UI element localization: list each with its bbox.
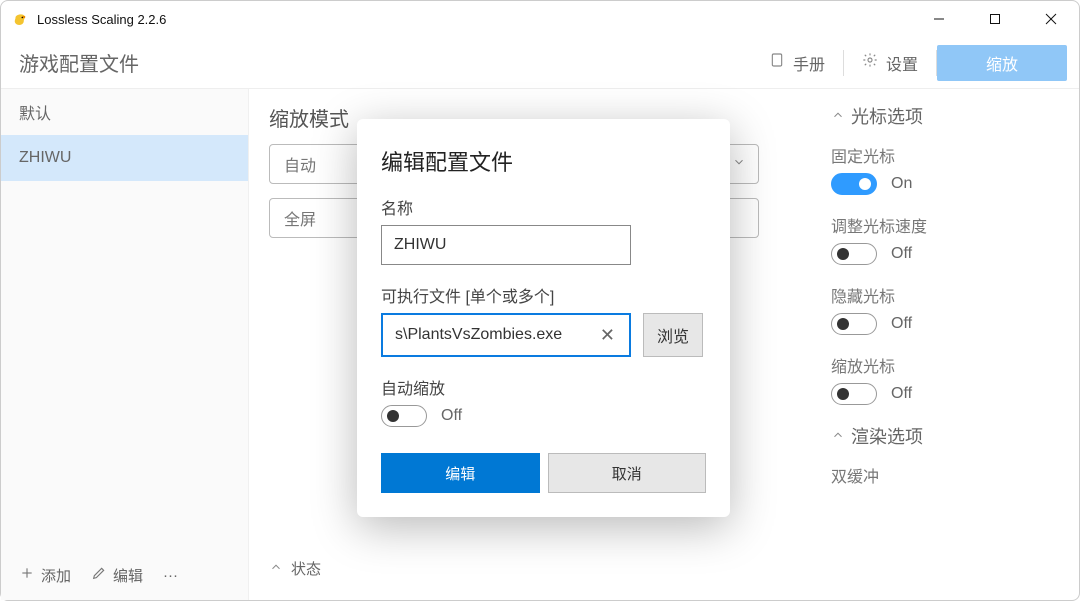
browse-button[interactable]: 浏览 [643, 313, 703, 357]
fullscreen-value: 全屏 [284, 206, 316, 230]
scale-button-label: 缩放 [986, 51, 1018, 75]
maximize-button[interactable] [967, 1, 1023, 37]
more-icon: ··· [163, 567, 178, 584]
more-profile-button[interactable]: ··· [163, 567, 178, 584]
chevron-up-icon [269, 560, 283, 578]
manual-label: 手册 [793, 51, 825, 75]
adjust-speed-toggle[interactable] [831, 243, 877, 265]
executable-input-value: s\PlantsVsZombies.exe [395, 326, 562, 344]
window-title: Lossless Scaling 2.2.6 [37, 12, 166, 27]
profile-label: ZHIWU [19, 149, 71, 167]
clear-executable-button[interactable]: ✕ [596, 325, 619, 346]
dialog-title: 编辑配置文件 [381, 145, 706, 177]
scale-cursor-state: Off [891, 385, 912, 403]
edit-profile-dialog: 编辑配置文件 名称 ZHIWU 可执行文件 [单个或多个] s\PlantsVs… [357, 119, 730, 517]
settings-label: 设置 [886, 51, 918, 75]
gear-icon [862, 52, 878, 73]
chevron-up-icon [831, 106, 845, 127]
settings-button[interactable]: 设置 [844, 45, 936, 81]
dialog-confirm-button[interactable]: 编辑 [381, 453, 540, 493]
name-input-value: ZHIWU [394, 236, 446, 254]
scale-cursor-toggle[interactable] [831, 383, 877, 405]
browse-label: 浏览 [657, 323, 689, 347]
profile-item-zhiwu[interactable]: ZHIWU [1, 135, 248, 181]
manual-button[interactable]: 手册 [751, 45, 843, 81]
name-field-label: 名称 [381, 195, 706, 219]
status-expander[interactable]: 状态 [269, 558, 789, 579]
dialog-cancel-button[interactable]: 取消 [548, 453, 707, 493]
hide-cursor-label: 隐藏光标 [831, 283, 1057, 307]
profile-label: 默认 [19, 100, 51, 124]
adjust-speed-label: 调整光标速度 [831, 213, 1057, 237]
scale-cursor-label: 缩放光标 [831, 353, 1057, 377]
render-options-title: 渲染选项 [851, 423, 923, 449]
cancel-label: 取消 [612, 463, 642, 484]
name-input[interactable]: ZHIWU [381, 225, 631, 265]
app-logo [11, 10, 29, 28]
chevron-up-icon [831, 426, 845, 447]
hide-cursor-state: Off [891, 315, 912, 333]
edit-profile-label: 编辑 [113, 565, 143, 586]
double-buffer-label: 双缓冲 [831, 463, 1057, 487]
executable-field-label: 可执行文件 [单个或多个] [381, 283, 706, 307]
add-profile-label: 添加 [41, 565, 71, 586]
cursor-options-expander[interactable]: 光标选项 [831, 103, 1057, 129]
chevron-down-icon [732, 155, 746, 174]
auto-scale-state: Off [441, 407, 462, 425]
edit-profile-button[interactable]: 编辑 [91, 565, 143, 586]
hide-cursor-toggle[interactable] [831, 313, 877, 335]
profile-item-default[interactable]: 默认 [1, 89, 248, 135]
executable-input[interactable]: s\PlantsVsZombies.exe ✕ [381, 313, 631, 357]
plus-icon [19, 565, 35, 585]
close-button[interactable] [1023, 1, 1079, 37]
auto-scale-toggle[interactable] [381, 405, 427, 427]
status-label: 状态 [291, 558, 321, 579]
lock-cursor-toggle[interactable] [831, 173, 877, 195]
scaling-mode-value: 自动 [284, 152, 316, 176]
add-profile-button[interactable]: 添加 [19, 565, 71, 586]
render-options-expander[interactable]: 渲染选项 [831, 423, 1057, 449]
cursor-options-title: 光标选项 [851, 103, 923, 129]
manual-icon [769, 52, 785, 73]
lock-cursor-label: 固定光标 [831, 143, 1057, 167]
scale-button[interactable]: 缩放 [937, 45, 1067, 81]
auto-scale-label: 自动缩放 [381, 375, 706, 399]
minimize-button[interactable] [911, 1, 967, 37]
profiles-sidebar: 默认 ZHIWU 添加 编辑 ··· [1, 89, 249, 600]
adjust-speed-state: Off [891, 245, 912, 263]
pencil-icon [91, 565, 107, 585]
profiles-heading: 游戏配置文件 [19, 48, 139, 77]
confirm-label: 编辑 [445, 463, 475, 484]
lock-cursor-state: On [891, 175, 912, 193]
